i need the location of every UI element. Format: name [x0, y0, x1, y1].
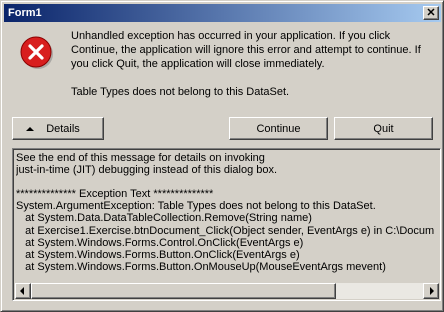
scroll-right-button[interactable]: [423, 283, 439, 299]
continue-button-label: Continue: [256, 122, 301, 135]
error-message: Unhandled exception has occurred in your…: [71, 29, 433, 99]
horizontal-scrollbar[interactable]: [15, 283, 439, 299]
quit-button-label: Quit: [373, 122, 394, 135]
arrow-left-icon: [20, 287, 24, 295]
scrollbar-thumb[interactable]: [31, 283, 336, 299]
arrow-up-icon: [26, 126, 35, 131]
close-icon: ✕: [426, 6, 436, 19]
window-title: Form1: [8, 7, 42, 19]
continue-button[interactable]: Continue: [229, 117, 328, 140]
error-message-text: Unhandled exception has occurred in your…: [71, 30, 421, 70]
details-textbox[interactable]: See the end of this message for details …: [12, 148, 441, 301]
scroll-left-button[interactable]: [15, 283, 31, 299]
dialog-window: Form1 ✕ Unhandled exception has occurred…: [0, 0, 444, 312]
title-bar[interactable]: Form1 ✕: [4, 4, 441, 22]
error-icon: [20, 36, 53, 69]
quit-button[interactable]: Quit: [334, 117, 433, 140]
close-button[interactable]: ✕: [423, 6, 439, 20]
details-button-label: Details: [46, 122, 80, 135]
error-detail-text: Table Types does not belong to this Data…: [71, 86, 290, 98]
arrow-right-icon: [430, 287, 434, 295]
details-text[interactable]: See the end of this message for details …: [16, 152, 440, 284]
details-button[interactable]: Details: [12, 117, 104, 140]
